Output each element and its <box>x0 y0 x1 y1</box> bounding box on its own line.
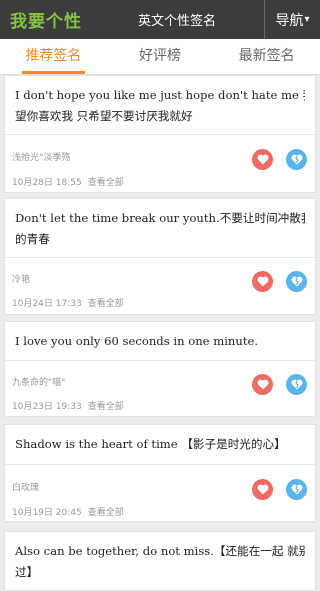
signature-line: 望你喜欢我 只希望不要讨厌我就好 <box>15 109 193 123</box>
chevron-down-icon: ▾ <box>304 14 310 25</box>
tab-latest[interactable]: 最新签名 <box>213 39 320 74</box>
signature-text[interactable]: Also can be together, do not miss.【还能在一起… <box>15 541 305 583</box>
broken-heart-icon <box>291 154 302 165</box>
dislike-button[interactable] <box>286 149 307 170</box>
post-meta: 10月28日 18:55 查看全部 <box>12 175 124 188</box>
signature-text[interactable]: I love you only 60 seconds in one minute… <box>15 331 305 352</box>
view-all-link[interactable]: 查看全部 <box>88 299 124 309</box>
like-button[interactable] <box>252 271 273 292</box>
heart-icon <box>257 484 268 495</box>
view-all-link[interactable]: 查看全部 <box>88 508 124 518</box>
card-divider <box>5 257 315 258</box>
post-meta: 10月24日 17:33 查看全部 <box>12 296 124 309</box>
card-divider <box>5 464 315 465</box>
signature-line: Also can be together, do not miss.【还能在一起… <box>15 544 305 558</box>
signature-line: I don't hope you like me just hope don't… <box>15 88 305 102</box>
signature-line: 过】 <box>15 565 39 579</box>
post-date: 10月24日 17:33 <box>12 299 82 309</box>
tab-top-rated[interactable]: 好评榜 <box>107 39 214 74</box>
dislike-button[interactable] <box>286 479 307 500</box>
signature-card: Don't let the time break our youth.不要让时间… <box>4 198 316 315</box>
author-name[interactable]: 浅拾光°淡季殇 <box>12 150 71 163</box>
post-date: 10月23日 19:33 <box>12 402 82 412</box>
post-meta: 10月23日 19:33 查看全部 <box>12 399 124 412</box>
heart-icon <box>257 154 268 165</box>
signature-card: I don't hope you like me just hope don't… <box>4 75 316 193</box>
signature-line: 的青春 <box>15 232 50 246</box>
author-name[interactable]: 冷艳 <box>12 272 30 285</box>
author-name[interactable]: 九条命的"喵" <box>12 375 65 388</box>
like-button[interactable] <box>252 374 273 395</box>
page-title: 英文个性签名 <box>137 14 216 29</box>
broken-heart-icon <box>291 276 302 287</box>
nav-menu-button[interactable]: 导航 ▾ <box>264 0 320 39</box>
signature-card: Also can be together, do not miss.【还能在一起… <box>4 531 316 591</box>
signature-card: Shadow is the heart of time 【影子是时光的心】 白玫… <box>4 424 316 522</box>
heart-icon <box>257 379 268 390</box>
signature-text[interactable]: Shadow is the heart of time 【影子是时光的心】 <box>15 434 305 455</box>
signature-text[interactable]: Don't let the time break our youth.不要让时间… <box>15 208 305 250</box>
signature-line: Don't let the time break our youth.不要让时间… <box>15 211 305 225</box>
nav-menu-label: 导航 <box>275 12 304 29</box>
like-button[interactable] <box>252 479 273 500</box>
card-divider <box>5 134 315 135</box>
like-button[interactable] <box>252 149 273 170</box>
view-all-link[interactable]: 查看全部 <box>88 402 124 412</box>
heart-icon <box>257 276 268 287</box>
post-date: 10月19日 20:45 <box>12 508 82 518</box>
app-logo[interactable]: 我要个性 <box>0 0 90 39</box>
broken-heart-icon <box>291 379 302 390</box>
signature-line: Shadow is the heart of time 【影子是时光的心】 <box>15 437 286 451</box>
signature-card: I love you only 60 seconds in one minute… <box>4 321 316 417</box>
view-all-link[interactable]: 查看全部 <box>88 178 124 188</box>
post-meta: 10月19日 20:45 查看全部 <box>12 505 124 518</box>
tab-recommended[interactable]: 推荐签名 <box>0 39 107 74</box>
dislike-button[interactable] <box>286 374 307 395</box>
signature-line: I love you only 60 seconds in one minute… <box>15 334 259 348</box>
broken-heart-icon <box>291 484 302 495</box>
top-bar: 我要个性 英文个性签名 导航 ▾ <box>0 0 320 39</box>
post-date: 10月28日 18:55 <box>12 178 82 188</box>
tab-bar: 推荐签名 好评榜 最新签名 <box>0 39 320 75</box>
author-name[interactable]: 白玫瑰 <box>12 480 39 493</box>
card-divider <box>5 360 315 361</box>
signature-text[interactable]: I don't hope you like me just hope don't… <box>15 85 305 127</box>
dislike-button[interactable] <box>286 271 307 292</box>
